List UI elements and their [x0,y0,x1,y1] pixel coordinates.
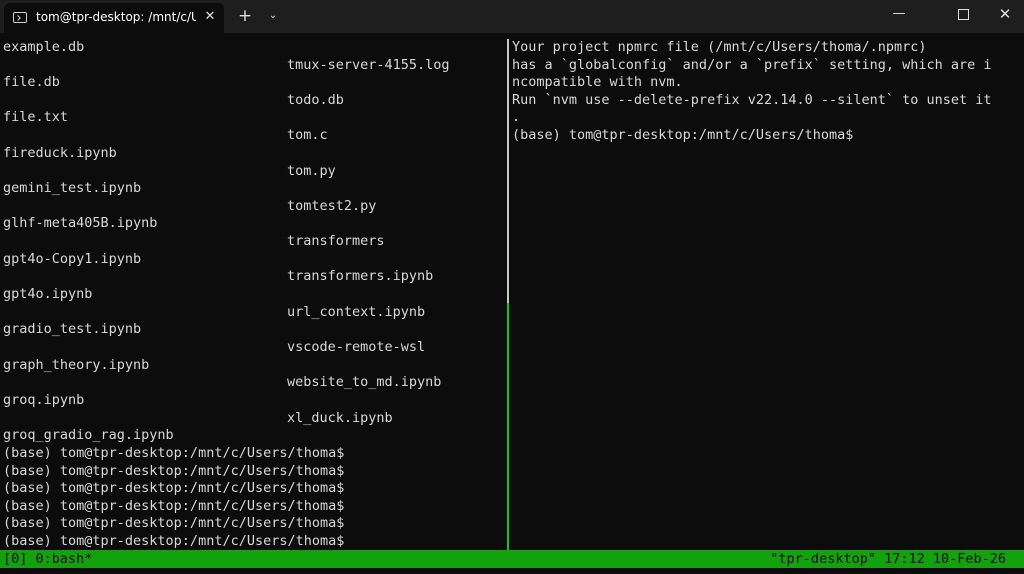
file-entry: groq.ipynb [3,392,85,408]
title-bar: tom@tpr-desktop: /mnt/c/Us ✕ + ⌄ — ✕ [0,0,1024,33]
maximize-icon [957,9,969,20]
file-entry: transformers.ipynb [287,268,434,284]
file-entry: fireduck.ipynb [3,145,117,161]
shell-prompt: (base) tom@tpr-desktop:/mnt/c/Users/thom… [3,445,345,461]
file-entry: tomtest2.py [287,198,377,214]
tab-dropdown-button[interactable]: ⌄ [265,7,281,25]
right-pane[interactable]: Your project npmrc file (/mnt/c/Users/th… [511,33,1024,550]
terminal-icon [13,12,27,23]
file-entry: example.db [3,39,85,55]
file-entry: transformers [287,233,385,249]
tab-title: tom@tpr-desktop: /mnt/c/Us [36,10,196,24]
file-entry: tmux-server-4155.log [287,57,450,73]
terminal-tab[interactable]: tom@tpr-desktop: /mnt/c/Us ✕ [4,3,224,33]
file-entry: file.txt [3,109,69,125]
terminal-area[interactable]: example.db file.db file.txt fireduck.ipy… [0,33,1024,574]
file-entry: glhf-meta405B.ipynb [3,215,158,231]
terminal-output-line: has a `globalconfig` and/or a `prefix` s… [512,57,992,73]
file-entry: todo.db [287,92,344,108]
file-entry: gpt4o.ipynb [3,286,93,302]
file-entry: groq_gradio_rag.ipynb [3,427,174,443]
terminal-output-line: ncompatible with nvm. [512,74,683,90]
file-entry: tom.py [287,163,336,179]
shell-prompt: (base) tom@tpr-desktop:/mnt/c/Users/thom… [3,480,345,496]
tab-close-button[interactable]: ✕ [202,8,218,26]
shell-prompt: (base) tom@tpr-desktop:/mnt/c/Users/thom… [512,127,854,143]
shell-prompt: (base) tom@tpr-desktop:/mnt/c/Users/thom… [3,498,345,514]
tmux-window-list[interactable]: [0] 0:bash* [3,550,92,568]
close-window-button[interactable]: ✕ [982,0,1024,30]
tmux-status-bar: [0] 0:bash* "tpr-desktop" 17:12 10-Feb-2… [0,550,1024,568]
pane-divider[interactable] [507,39,509,303]
new-tab-button[interactable]: + [236,6,254,26]
file-entry: xl_duck.ipynb [287,410,393,426]
pane-divider-active[interactable] [507,303,509,550]
file-entry: website_to_md.ipynb [287,374,442,390]
file-entry: gpt4o-Copy1.ipynb [3,251,142,267]
file-entry: url_context.ipynb [287,304,426,320]
terminal-output-line: Run `nvm use --delete-prefix v22.14.0 --… [512,92,992,108]
maximize-button[interactable] [940,0,986,30]
file-entry: vscode-remote-wsl [287,339,426,355]
tmux-status-info: "tpr-desktop" 17:12 10-Feb-26 [770,551,1006,567]
minimize-button[interactable]: — [876,0,922,30]
left-pane[interactable]: example.db file.db file.txt fireduck.ipy… [0,33,506,550]
shell-prompt: (base) tom@tpr-desktop:/mnt/c/Users/thom… [3,463,345,479]
terminal-output-line: Your project npmrc file (/mnt/c/Users/th… [512,39,927,55]
file-entry: graph_theory.ipynb [3,357,150,373]
shell-prompt: (base) tom@tpr-desktop:/mnt/c/Users/thom… [3,533,345,549]
file-entry: file.db [3,74,60,90]
file-entry: gradio_test.ipynb [3,321,142,337]
terminal-output-line: . [512,109,521,125]
file-entry: tom.c [287,127,328,143]
file-entry: gemini_test.ipynb [3,180,142,196]
shell-prompt: (base) tom@tpr-desktop:/mnt/c/Users/thom… [3,515,345,531]
